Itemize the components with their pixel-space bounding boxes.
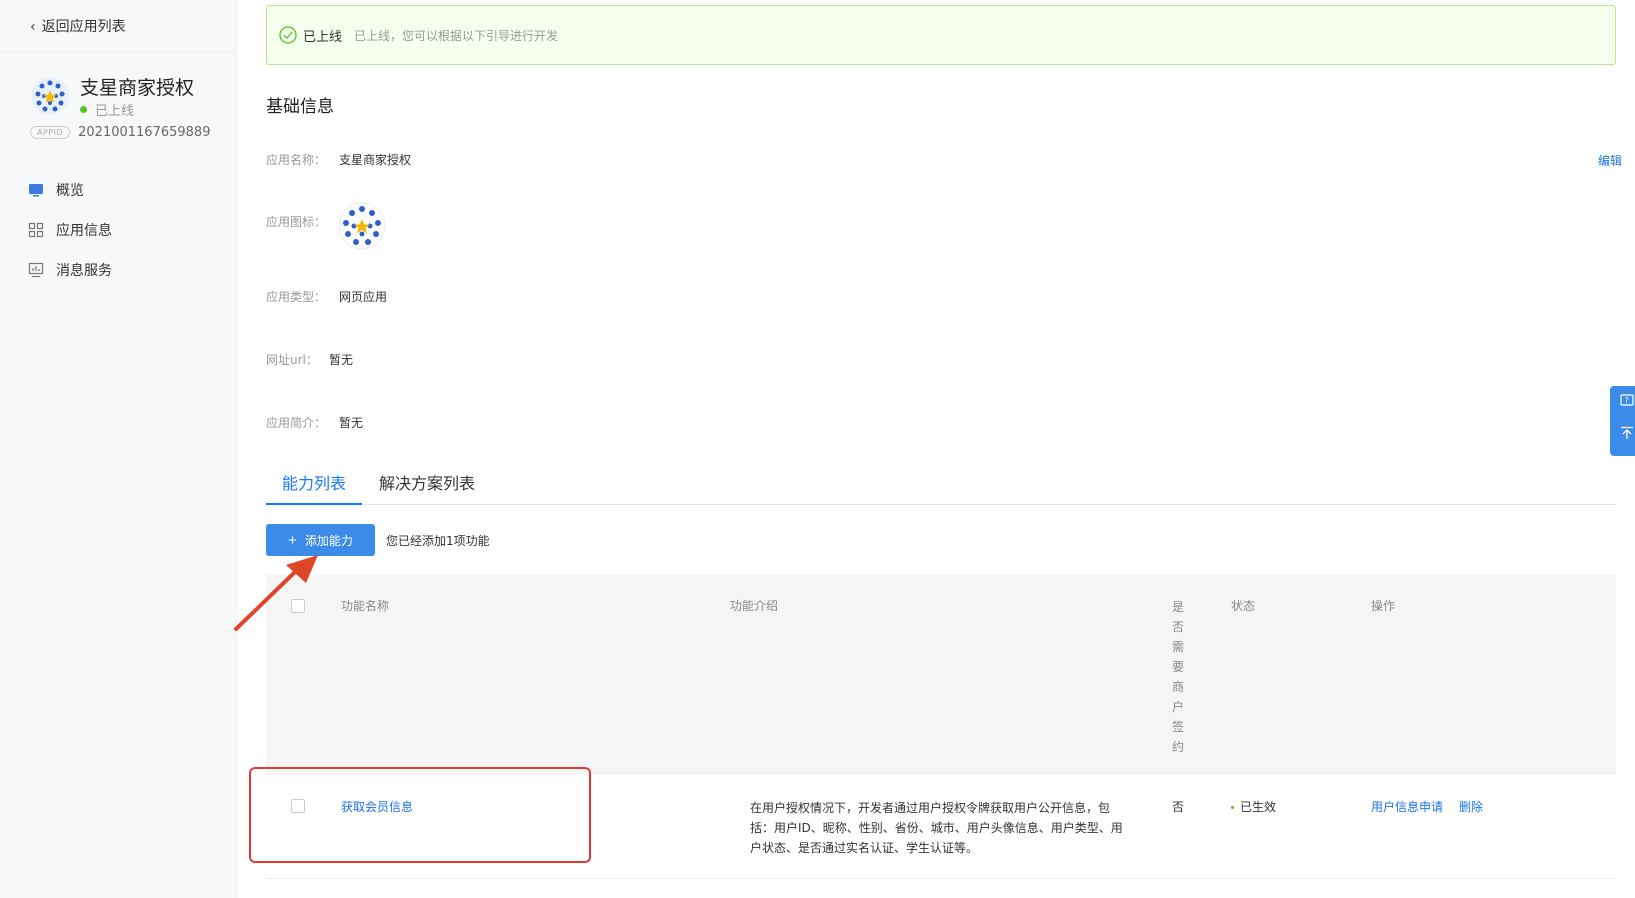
main-content: 已上线 已上线，您可以根据以下引导进行开发 基础信息 应用名称： 支星商家授权 … (236, 0, 1635, 898)
sidebar-nav: 概览 应用信息 消息服务 (28, 170, 112, 290)
grid-icon (28, 222, 44, 238)
app-name-label: 应用名称： (266, 153, 327, 167)
app-name: 支星商家授权 (80, 77, 195, 99)
appid-value: 2021001167659889 (78, 125, 211, 140)
appid-row: APPID 2021001167659889 (30, 125, 210, 140)
status-cell: 已生效 (1231, 798, 1276, 815)
edit-link[interactable]: 编辑 (1598, 152, 1622, 169)
plus-icon: + (288, 531, 297, 549)
sidebar-divider (0, 52, 236, 53)
sidebar: ‹ 返回应用列表 支星商家授权 已上线 APPID 202100116765988… (0, 0, 237, 898)
chart-icon (28, 262, 44, 278)
add-capability-button[interactable]: + 添加能力 (266, 524, 375, 556)
monitor-icon (29, 184, 43, 197)
sidebar-item-overview[interactable]: 概览 (28, 170, 112, 210)
need-sign-value: 否 (1172, 800, 1185, 814)
banner-title: 已上线 (303, 29, 343, 45)
column-header-intro: 功能介绍 (730, 599, 779, 613)
status-banner: 已上线 已上线，您可以根据以下引导进行开发 (266, 5, 1616, 65)
sidebar-item-label: 应用信息 (56, 223, 112, 239)
capability-intro: 在用户授权情况下，开发者通过用户授权令牌获取用户公开信息，包括：用户ID、昵称、… (750, 801, 1123, 855)
add-capability-label: 添加能力 (304, 533, 353, 548)
section-title-basic-info: 基础信息 (266, 97, 334, 117)
app-intro-label: 应用简介： (266, 416, 327, 430)
column-header-action: 操作 (1371, 599, 1396, 613)
app-name-value: 支星商家授权 (339, 153, 412, 167)
back-to-top-icon[interactable] (1620, 426, 1634, 443)
column-header-need-sign: 是否需要商户签约 (1172, 600, 1185, 754)
user-info-apply-link[interactable]: 用户信息申请 (1371, 798, 1443, 815)
chevron-left-icon: ‹ (30, 19, 36, 35)
status-badge: 已生效 (1240, 800, 1277, 814)
column-header-name: 功能名称 (341, 599, 390, 613)
sidebar-item-label: 消息服务 (56, 263, 112, 279)
app-icon-image (338, 202, 386, 250)
app-status: 已上线 (80, 100, 134, 119)
url-label: 网址url： (266, 353, 318, 367)
annotation-arrow-icon (234, 555, 318, 631)
app-intro-value: 暂无 (339, 416, 364, 430)
delete-link[interactable]: 删除 (1459, 798, 1483, 815)
added-count-hint: 您已经添加1项功能 (386, 534, 490, 548)
floating-toolbar: ? (1610, 386, 1635, 456)
tab-solution-list[interactable]: 解决方案列表 (379, 470, 475, 503)
back-label: 返回应用列表 (41, 19, 126, 35)
check-circle-icon (279, 26, 297, 44)
app-type-value: 网页应用 (339, 290, 388, 304)
table-header: 功能名称 功能介绍 是否需要商户签约 状态 操作 (266, 575, 1616, 775)
back-to-app-list-link[interactable]: ‹ 返回应用列表 (30, 16, 126, 36)
feedback-icon[interactable]: ? (1620, 394, 1634, 411)
app-logo (30, 76, 70, 116)
appid-badge: APPID (30, 126, 71, 139)
app-type-label: 应用类型： (266, 290, 327, 304)
highlight-box (249, 767, 591, 863)
status-dot-icon (80, 106, 87, 113)
app-status-label: 已上线 (95, 104, 135, 119)
banner-desc: 已上线，您可以根据以下引导进行开发 (354, 28, 559, 43)
status-dot-icon (1231, 806, 1234, 809)
sidebar-item-label: 概览 (56, 183, 84, 199)
sidebar-item-app-info[interactable]: 应用信息 (28, 210, 112, 250)
tab-bar: 能力列表 解决方案列表 (266, 470, 1616, 505)
tab-capability-list[interactable]: 能力列表 (266, 470, 363, 505)
app-icon-label: 应用图标： (266, 215, 327, 229)
url-value: 暂无 (329, 353, 354, 367)
svg-text:?: ? (1625, 396, 1629, 405)
column-header-status: 状态 (1231, 599, 1256, 613)
sidebar-item-message-service[interactable]: 消息服务 (28, 250, 112, 290)
